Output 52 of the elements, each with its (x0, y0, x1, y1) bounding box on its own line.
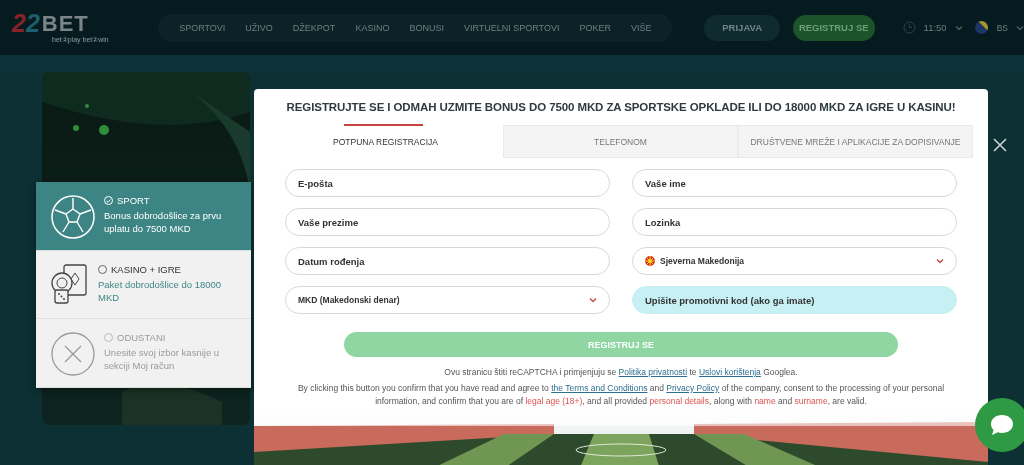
option-title: ODUSTANI (117, 331, 166, 344)
link[interactable]: Politika privatnosti (618, 367, 688, 377)
consent-notice: By clicking this button you confirm that you have read and agree to the Terms and Conditions and Privacy Policy of the company, consent to the processing of your personal information, and confirm that you are of legal age (18+), and all provided personal details, along with name and surname, are valid. (296, 382, 946, 408)
dropdown[interactable]: Sjeverna Makedonija (632, 247, 957, 275)
login-button[interactable]: PRIJAVA (704, 14, 780, 41)
nav-link[interactable]: KASINO (345, 22, 400, 33)
option-title: KASINO + IGRE (111, 263, 181, 276)
input-field[interactable]: Vaše ime (632, 169, 957, 197)
nav-link[interactable]: DŽEKPOT (282, 22, 346, 33)
dropdown[interactable]: MKD (Makedonski denar) (285, 286, 610, 314)
flag-icon[interactable] (974, 21, 988, 34)
input-field[interactable]: Datum rođenja (285, 247, 610, 275)
option-description: Unesite svoj izbor kasnije u sekciji Moj račun (104, 346, 221, 372)
input-field[interactable]: Vaše prezime (285, 208, 610, 236)
link[interactable]: Privacy Policy (666, 383, 720, 393)
nav-link[interactable]: BONUSI (399, 22, 454, 33)
bonus-option[interactable]: ODUSTANI Unesite svoj izbor kasnije u sekciji Moj račun (36, 319, 251, 388)
cards-and-dice-icon (50, 263, 90, 305)
nav-link[interactable]: VIŠE (620, 22, 662, 33)
tab[interactable]: DRUŠTVENE MREŽE I APLIKACIJE ZA DOPISIVANJE (738, 125, 973, 158)
modal-heading: REGISTRUJTE SE I ODMAH UZMITE BONUS DO 7500 MKD ZA SPORTSKE OPKLADE ILI DO 18000 MKD ZA IGRE U KASINU! (285, 101, 957, 113)
nav-link[interactable]: SPORTOVI (169, 22, 236, 33)
logo-text[interactable]: BET (41, 13, 89, 35)
caret-icon[interactable] (1016, 24, 1024, 31)
nav-link[interactable]: POKER (569, 22, 621, 33)
register-button[interactable]: REGISTRUJ SE (792, 14, 875, 41)
recaptcha-notice: Ovu stranicu štiti reCAPTCHA i primjenjuju se Politika privatnosti te Uslovi korištenja Googlea. (443, 366, 799, 379)
chat-bubble-icon (989, 413, 1015, 437)
nav-link[interactable]: VIRTUELNI SPORTOVI (453, 22, 570, 33)
promo-code-field[interactable]: Upišite promotivni kod (ako ga imate) (632, 286, 957, 314)
link[interactable]: the Terms and Conditions (551, 383, 648, 393)
caret-icon[interactable] (954, 24, 963, 31)
input-field[interactable]: Lozinka (632, 208, 957, 236)
input-field[interactable]: E-pošta (285, 169, 610, 197)
option-description: Bonus dobrodošlice za prvu uplatu do 7500 MKD (104, 209, 223, 235)
flag-icon (645, 256, 655, 266)
soccer-ball-icon (50, 194, 96, 240)
close-icon[interactable] (993, 138, 1007, 152)
nav-link[interactable]: UŽIVO (235, 22, 283, 33)
caret-icon (936, 258, 944, 264)
link[interactable]: Uslovi korištenja (698, 367, 761, 377)
tab[interactable]: TELEFONOM (503, 125, 738, 158)
clock-icon (902, 21, 916, 34)
bonus-option[interactable]: KASINO + IGRE Paket dobrodošlice do 18000 MKD (36, 251, 251, 319)
caret-icon (589, 297, 597, 303)
bonus-option[interactable]: SPORT Bonus dobrodošlice za prvu uplatu do 7500 MKD (36, 182, 251, 251)
circle-x-icon (50, 331, 96, 377)
option-description: Paket dobrodošlice do 18000 MKD (98, 278, 223, 304)
option-title: SPORT (117, 194, 150, 207)
check-radio[interactable] (104, 196, 113, 205)
time-text: 11:50 (923, 22, 947, 33)
language-text[interactable]: BS (996, 22, 1008, 33)
